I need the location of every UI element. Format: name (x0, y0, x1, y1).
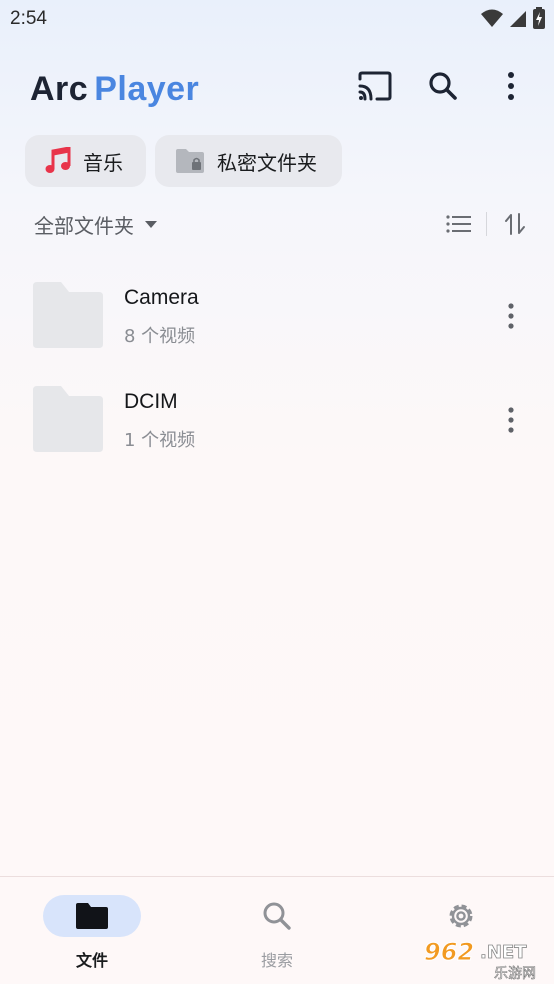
folder-row-dcim[interactable]: DCIM 1 个视频 (0, 372, 554, 472)
folder-video-count: 1 个视频 (124, 430, 196, 451)
more-vert-icon (508, 303, 514, 329)
more-vert-icon (508, 407, 514, 433)
cast-icon (358, 71, 392, 101)
folder-filter-dropdown[interactable]: 全部文件夹 (34, 210, 158, 239)
folder-name: DCIM (124, 390, 178, 413)
sort-icon (505, 213, 525, 235)
more-options-button[interactable] (489, 64, 533, 108)
list-icon (446, 215, 471, 233)
battery-icon (533, 7, 545, 29)
nav-tab-search-icon-wrap (228, 895, 326, 937)
dropdown-arrow-icon (145, 220, 157, 228)
status-icons (480, 6, 546, 30)
cast-button[interactable] (353, 64, 397, 108)
svg-text:.NET: .NET (480, 942, 527, 963)
more-vert-icon (508, 72, 514, 100)
toolbar-divider (486, 212, 487, 236)
folder-name: Camera (124, 286, 199, 309)
svg-text:乐游网: 乐游网 (494, 966, 536, 982)
chip-music-label: 音乐 (83, 150, 123, 175)
search-icon (429, 72, 457, 100)
search-button[interactable] (421, 64, 465, 108)
svg-text:962: 962 (424, 938, 474, 966)
music-note-icon (45, 147, 71, 173)
nav-tab-files[interactable]: 文件 (32, 895, 152, 975)
folder-filter-label: 全部文件夹 (34, 214, 134, 238)
cell-signal-icon (510, 11, 526, 27)
chip-private-folder[interactable]: 私密文件夹 (155, 135, 342, 187)
folder-thumbnail-icon (33, 386, 103, 452)
app-title-player: Player (94, 70, 200, 108)
chip-private-folder-label: 私密文件夹 (217, 150, 317, 175)
folder-row-camera[interactable]: Camera 8 个视频 (0, 268, 554, 368)
app-title-arc: Arc (30, 70, 89, 108)
locked-folder-icon (176, 149, 204, 173)
app-title: Arc Player (30, 70, 199, 109)
folder-more-button[interactable] (494, 296, 528, 336)
watermark-logo: 962 .NET 乐游网 (420, 936, 548, 982)
folder-thumbnail-icon (33, 282, 103, 348)
status-time: 2:54 (10, 8, 47, 29)
nav-tab-search-label: 搜索 (260, 951, 293, 970)
chip-music[interactable]: 音乐 (25, 135, 146, 187)
wifi-icon (481, 9, 503, 27)
folder-more-button[interactable] (494, 400, 528, 440)
folder-icon (76, 903, 108, 929)
nav-tab-search[interactable]: 搜索 (217, 895, 337, 975)
nav-active-indicator (43, 895, 141, 937)
nav-tab-files-label: 文件 (75, 951, 108, 970)
list-view-button[interactable] (440, 208, 478, 240)
sort-button[interactable] (498, 208, 532, 240)
status-bar: 2:54 (0, 0, 554, 40)
search-icon (263, 902, 291, 930)
folder-video-count: 8 个视频 (124, 326, 196, 347)
